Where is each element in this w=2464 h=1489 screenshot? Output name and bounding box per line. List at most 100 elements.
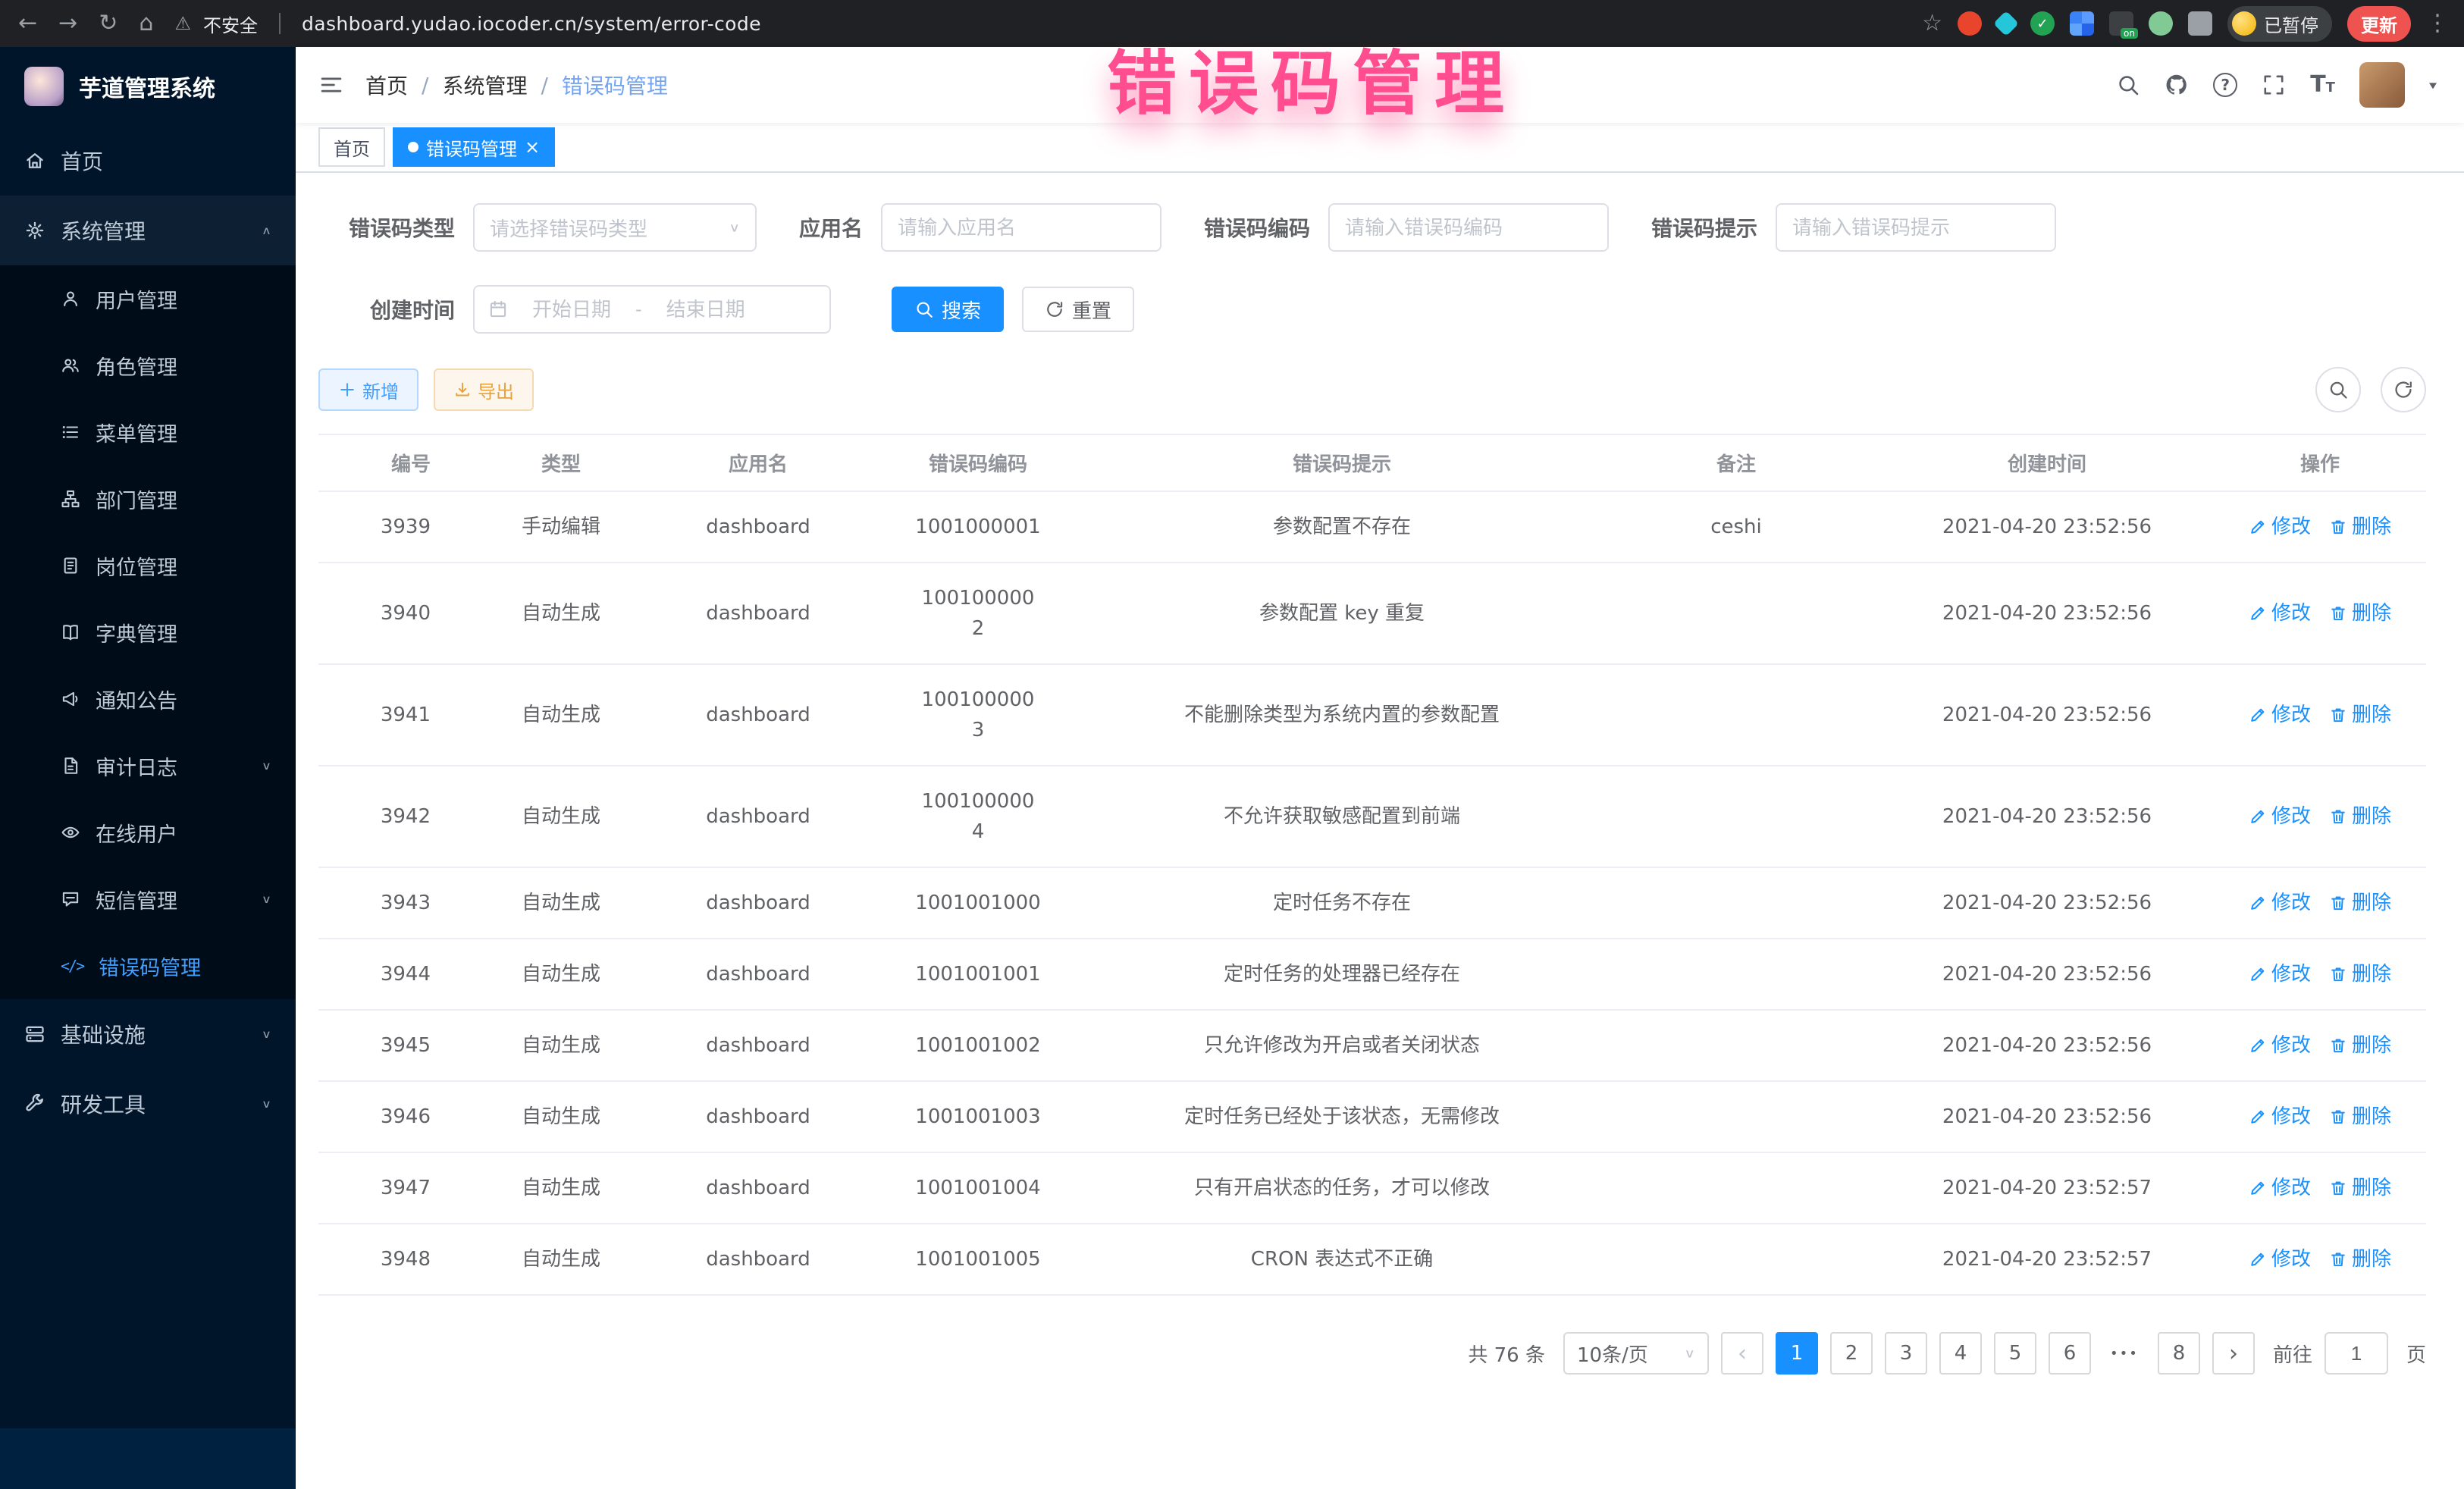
delete-link[interactable]: 删除 — [2329, 801, 2391, 832]
sidebar-item-infrastructure[interactable]: 基础设施 ∨ — [0, 999, 296, 1069]
page-button-5[interactable]: 5 — [1994, 1332, 2036, 1375]
sidebar-item-sms[interactable]: 短信管理 ∨ — [0, 866, 296, 933]
prev-page-button[interactable]: ‹ — [1721, 1332, 1763, 1375]
reload-icon[interactable]: ↻ — [99, 12, 118, 35]
sidebar-item-home[interactable]: 首页 — [0, 126, 296, 196]
edit-link[interactable]: 修改 — [2249, 801, 2311, 832]
sidebar-item-departments[interactable]: 部门管理 — [0, 466, 296, 532]
edit-label: 修改 — [2271, 700, 2311, 730]
sidebar-item-posts[interactable]: 岗位管理 — [0, 532, 296, 599]
delete-link[interactable]: 删除 — [2329, 512, 2391, 542]
wrench-icon — [24, 1093, 45, 1114]
error-code-input[interactable] — [1328, 203, 1609, 252]
breadcrumb-home[interactable]: 首页 — [365, 70, 408, 100]
github-icon[interactable] — [2165, 73, 2189, 97]
sidebar-item-system[interactable]: 系统管理 ∧ — [0, 196, 296, 265]
toggle-search-button[interactable] — [2315, 367, 2361, 412]
close-icon[interactable]: × — [525, 138, 540, 156]
sidebar-item-error-code[interactable]: </> 错误码管理 — [0, 933, 296, 999]
search-icon[interactable] — [2116, 73, 2140, 97]
edit-link[interactable]: 修改 — [2249, 888, 2311, 918]
cell-type: 自动生成 — [470, 1153, 652, 1223]
security-label[interactable]: 不安全 — [203, 11, 258, 37]
sidebar-item-roles[interactable]: 角色管理 — [0, 332, 296, 399]
extension-leaf-icon[interactable] — [2149, 11, 2173, 36]
delete-link[interactable]: 删除 — [2329, 700, 2391, 730]
more-pages-button[interactable]: ••• — [2103, 1332, 2146, 1375]
page-button-1[interactable]: 1 — [1776, 1332, 1818, 1375]
cell-app: dashboard — [652, 578, 864, 648]
forward-icon[interactable]: → — [58, 12, 77, 35]
home-icon[interactable]: ⌂ — [139, 12, 153, 35]
reset-button[interactable]: 重置 — [1022, 287, 1134, 332]
goto-page-input[interactable] — [2324, 1332, 2388, 1375]
export-button[interactable]: 导出 — [434, 368, 534, 411]
navbar-left: 首页 / 系统管理 / 错误码管理 — [318, 70, 668, 100]
browser-menu-icon[interactable]: ⋮ — [2426, 12, 2449, 35]
update-button[interactable]: 更新 — [2347, 6, 2411, 42]
sidebar-item-audit-log[interactable]: 审计日志 ∨ — [0, 732, 296, 799]
sidebar-item-users[interactable]: 用户管理 — [0, 265, 296, 332]
edit-link[interactable]: 修改 — [2249, 1173, 2311, 1203]
bookmark-star-icon[interactable]: ☆ — [1922, 12, 1942, 35]
date-range-picker[interactable]: - — [473, 285, 831, 334]
edit-link[interactable]: 修改 — [2249, 512, 2311, 542]
delete-link[interactable]: 删除 — [2329, 1244, 2391, 1274]
delete-link[interactable]: 删除 — [2329, 1102, 2391, 1132]
edit-link[interactable]: 修改 — [2249, 1244, 2311, 1274]
page-button-4[interactable]: 4 — [1939, 1332, 1982, 1375]
edit-link[interactable]: 修改 — [2249, 959, 2311, 989]
extension-red-icon[interactable] — [1958, 11, 1982, 36]
page-button-2[interactable]: 2 — [1830, 1332, 1873, 1375]
page-button-8[interactable]: 8 — [2158, 1332, 2200, 1375]
filter-time-label: 创建时间 — [318, 294, 455, 324]
tab-error-code[interactable]: 错误码管理 × — [393, 127, 555, 167]
delete-link[interactable]: 删除 — [2329, 959, 2391, 989]
tab-home[interactable]: 首页 — [318, 127, 385, 167]
page-button-3[interactable]: 3 — [1885, 1332, 1927, 1375]
extension-check-icon[interactable]: ✓ — [2030, 11, 2055, 36]
trash-icon — [2329, 894, 2347, 912]
sidebar-item-menus[interactable]: 菜单管理 — [0, 399, 296, 466]
edit-link[interactable]: 修改 — [2249, 1030, 2311, 1061]
next-page-button[interactable]: › — [2212, 1332, 2255, 1375]
extension-vpn-icon[interactable]: on — [2109, 11, 2133, 36]
sidebar-toggle-icon[interactable] — [318, 72, 344, 98]
page-button-6[interactable]: 6 — [2049, 1332, 2091, 1375]
search-button[interactable]: 搜索 — [892, 287, 1004, 332]
edit-link[interactable]: 修改 — [2249, 598, 2311, 629]
user-avatar[interactable] — [2359, 62, 2405, 108]
refresh-table-button[interactable] — [2381, 367, 2426, 412]
extension-teal-icon[interactable] — [1993, 11, 2019, 36]
profile-paused-badge[interactable]: 已暂停 — [2227, 6, 2332, 42]
delete-link[interactable]: 删除 — [2329, 598, 2391, 629]
pencil-icon — [2249, 1179, 2267, 1197]
delete-link[interactable]: 删除 — [2329, 1173, 2391, 1203]
edit-link[interactable]: 修改 — [2249, 1102, 2311, 1132]
sidebar-item-dict[interactable]: 字典管理 — [0, 599, 296, 666]
sidebar-item-online-users[interactable]: 在线用户 — [0, 799, 296, 866]
font-size-icon[interactable]: TT — [2310, 74, 2335, 96]
delete-link[interactable]: 删除 — [2329, 888, 2391, 918]
cell-id: 3946 — [318, 1082, 470, 1152]
app-name-input[interactable] — [881, 203, 1161, 252]
back-icon[interactable]: ← — [18, 12, 37, 35]
breadcrumb-system[interactable]: 系统管理 — [442, 70, 527, 100]
sidebar-item-dev-tools[interactable]: 研发工具 ∨ — [0, 1069, 296, 1139]
error-type-select[interactable]: 请选择错误码类型 ∨ — [473, 203, 757, 252]
extensions-puzzle-icon[interactable] — [2188, 11, 2212, 36]
page-size-select[interactable]: 10条/页 ∨ — [1563, 1332, 1709, 1375]
sidebar-item-notice[interactable]: 通知公告 — [0, 666, 296, 732]
edit-link[interactable]: 修改 — [2249, 700, 2311, 730]
error-msg-input[interactable] — [1776, 203, 2056, 252]
help-icon[interactable]: ? — [2213, 73, 2237, 97]
avatar-caret-icon[interactable]: ▾ — [2429, 77, 2437, 92]
extension-grid-icon[interactable] — [2070, 11, 2094, 36]
url-bar[interactable]: dashboard.yudao.iocoder.cn/system/error-… — [302, 13, 761, 35]
delete-link[interactable]: 删除 — [2329, 1030, 2391, 1061]
fullscreen-icon[interactable] — [2262, 73, 2286, 97]
start-date-input[interactable] — [517, 298, 626, 321]
end-date-input[interactable] — [651, 298, 760, 321]
add-button[interactable]: 新增 — [318, 368, 419, 411]
cell-actions: 修改 删除 — [2214, 1153, 2426, 1223]
